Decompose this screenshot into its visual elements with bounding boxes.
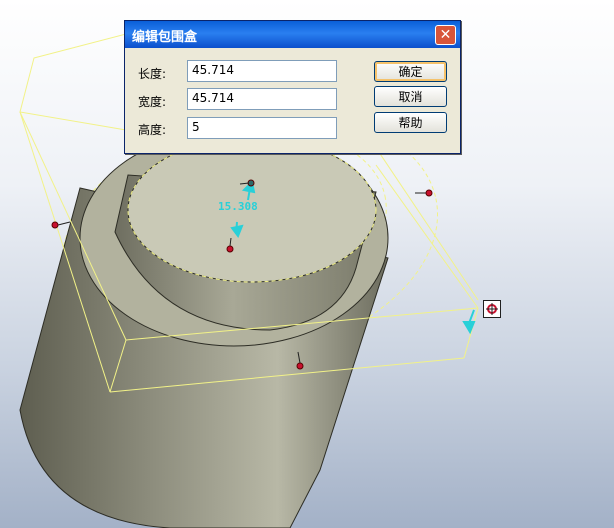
- dimension-label: 15.308: [218, 200, 258, 213]
- handle-point-left: [51, 221, 59, 229]
- close-button[interactable]: ✕: [435, 25, 456, 45]
- width-input[interactable]: 45.714: [187, 88, 337, 110]
- height-label: 高度:: [138, 123, 167, 137]
- ok-button[interactable]: 确定: [374, 61, 447, 82]
- handle-point-right: [425, 189, 433, 197]
- height-input[interactable]: 5: [187, 117, 337, 139]
- bounding-box-back: [19, 33, 127, 131]
- dialog-titlebar[interactable]: 编辑包围盒 ✕: [125, 21, 460, 48]
- length-input[interactable]: 45.714: [187, 60, 337, 82]
- length-label: 长度:: [138, 67, 167, 81]
- width-label: 宽度:: [138, 95, 167, 109]
- resize-handle-glyph: [486, 303, 498, 315]
- cancel-button[interactable]: 取消: [374, 86, 447, 107]
- close-icon: ✕: [439, 27, 452, 43]
- edit-bounding-box-dialog: 编辑包围盒 ✕ 长度: 45.714 宽度: 45.714 高度: 5 确定 取…: [124, 20, 461, 154]
- handle-point-bottom: [296, 362, 304, 370]
- handle-point-center: [226, 245, 234, 253]
- dialog-title: 编辑包围盒: [132, 30, 198, 45]
- help-button[interactable]: 帮助: [374, 112, 447, 133]
- resize-handle-icon[interactable]: [483, 300, 501, 318]
